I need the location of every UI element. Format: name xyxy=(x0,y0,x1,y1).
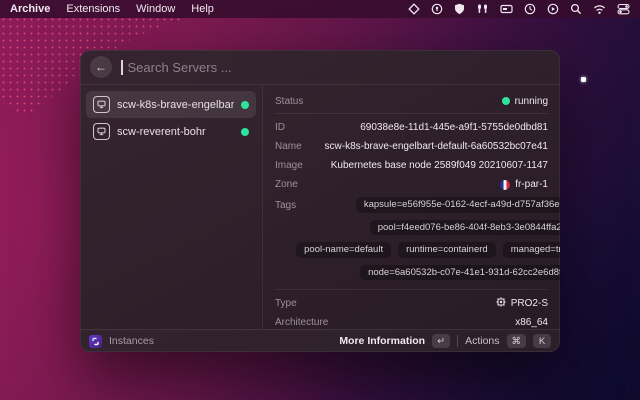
divider xyxy=(457,335,458,347)
menu-archive[interactable]: Archive xyxy=(10,3,50,15)
server-details-panel: Status running ID 69038e8e-11d1-445e-a9f… xyxy=(263,85,560,329)
tag-pill: managed=true xyxy=(503,242,560,258)
detail-value: Kubernetes base node 2589f049 20210607-1… xyxy=(331,160,548,171)
detail-label: Status xyxy=(275,96,303,107)
detail-label: Zone xyxy=(275,179,298,190)
server-icon xyxy=(93,123,110,140)
tag-pill: pool=f4eed076-be86-404f-8eb3-3e0844ffa23… xyxy=(370,220,560,236)
tag-pill: pool-name=default xyxy=(296,242,391,258)
k-key-badge[interactable]: K xyxy=(533,334,551,348)
menu-help[interactable]: Help xyxy=(191,3,214,15)
search-input[interactable]: Search Servers ... xyxy=(128,60,232,75)
server-icon xyxy=(93,96,110,113)
divider xyxy=(275,289,548,290)
play-circle-icon[interactable] xyxy=(547,3,559,15)
detail-value: scw-k8s-brave-engelbart-default-6a60532b… xyxy=(325,141,548,152)
detail-row-id: ID 69038e8e-11d1-445e-a9f1-5755de0dbd81 xyxy=(275,118,548,137)
text-caret xyxy=(121,60,123,75)
detail-label: Architecture xyxy=(275,317,328,328)
actions-button[interactable]: Actions xyxy=(465,335,499,347)
divider xyxy=(275,113,548,114)
detail-label: Type xyxy=(275,298,297,309)
launcher-window: ← Search Servers ... scw-k8s-brave-engel… xyxy=(80,50,560,352)
detail-row-name: Name scw-k8s-brave-engelbart-default-6a6… xyxy=(275,137,548,156)
detail-value: x86_64 xyxy=(515,317,548,328)
shield-icon[interactable] xyxy=(454,3,465,15)
detail-label: Name xyxy=(275,141,302,152)
server-name: scw-reverent-bohr xyxy=(117,126,234,138)
status-icons xyxy=(408,3,630,15)
status-dot xyxy=(241,101,249,109)
server-list-item[interactable]: scw-reverent-bohr xyxy=(86,118,256,145)
detail-value: PRO2-S xyxy=(511,298,548,309)
raycast-icon[interactable] xyxy=(408,3,420,15)
wifi-icon[interactable] xyxy=(593,4,606,15)
server-name: scw-k8s-brave-engelbart-de... xyxy=(117,99,234,111)
command-key-badge[interactable]: ⌘ xyxy=(507,334,527,348)
onepassword-icon[interactable] xyxy=(431,3,443,15)
tag-pill: kapsule=e56f955e-0162-4ecf-a49d-d757af36… xyxy=(356,197,560,213)
more-information-button[interactable]: More Information xyxy=(339,335,425,347)
cpu-icon xyxy=(496,297,506,310)
detail-row-type: Type PRO2-S xyxy=(275,294,548,313)
detail-row-image: Image Kubernetes base node 2589f049 2021… xyxy=(275,156,548,175)
launcher-body: scw-k8s-brave-engelbart-de... scw-revere… xyxy=(80,85,560,329)
detail-value: 69038e8e-11d1-445e-a9f1-5755de0dbd81 xyxy=(360,122,548,133)
tag-pill: node=6a60532b-c07e-41e1-931d-62cc2e6d8f0… xyxy=(360,265,560,281)
detail-label: Tags xyxy=(275,197,296,211)
back-button[interactable]: ← xyxy=(90,56,112,78)
search-icon[interactable] xyxy=(570,3,582,15)
return-key-badge[interactable]: ↵ xyxy=(432,334,450,348)
detail-row-architecture: Architecture x86_64 xyxy=(275,313,548,329)
server-list-item[interactable]: scw-k8s-brave-engelbart-de... xyxy=(86,91,256,118)
footer-bar: Instances More Information ↵ Actions ⌘ K xyxy=(80,329,560,352)
display-icon[interactable] xyxy=(500,3,513,15)
status-dot xyxy=(241,128,249,136)
desktop: Archive Extensions Window Help ← Search … xyxy=(0,0,640,400)
status-dot xyxy=(502,97,510,105)
mouse-cursor-dot xyxy=(581,77,586,82)
clock-icon[interactable] xyxy=(524,3,536,15)
status-value: running xyxy=(515,96,548,107)
airpods-icon[interactable] xyxy=(476,3,489,15)
detail-row-zone: Zone fr-par-1 xyxy=(275,175,548,194)
menu-bar: Archive Extensions Window Help xyxy=(0,0,640,18)
detail-label: ID xyxy=(275,122,285,133)
server-list: scw-k8s-brave-engelbart-de... scw-revere… xyxy=(80,85,263,329)
tag-pill: runtime=containerd xyxy=(398,242,496,258)
menu-extensions[interactable]: Extensions xyxy=(66,3,120,15)
scaleway-logo-icon xyxy=(89,335,102,348)
detail-label: Image xyxy=(275,160,303,171)
search-header: ← Search Servers ... xyxy=(80,50,560,85)
detail-row-tags: Tags kapsule=e56f955e-0162-4ecf-a49d-d75… xyxy=(275,197,548,280)
detail-row-status: Status running xyxy=(275,93,548,109)
control-center-icon[interactable] xyxy=(617,3,630,15)
menu-window[interactable]: Window xyxy=(136,3,175,15)
france-flag-icon xyxy=(500,180,510,190)
detail-value: fr-par-1 xyxy=(515,179,548,190)
source-label: Instances xyxy=(109,335,154,347)
